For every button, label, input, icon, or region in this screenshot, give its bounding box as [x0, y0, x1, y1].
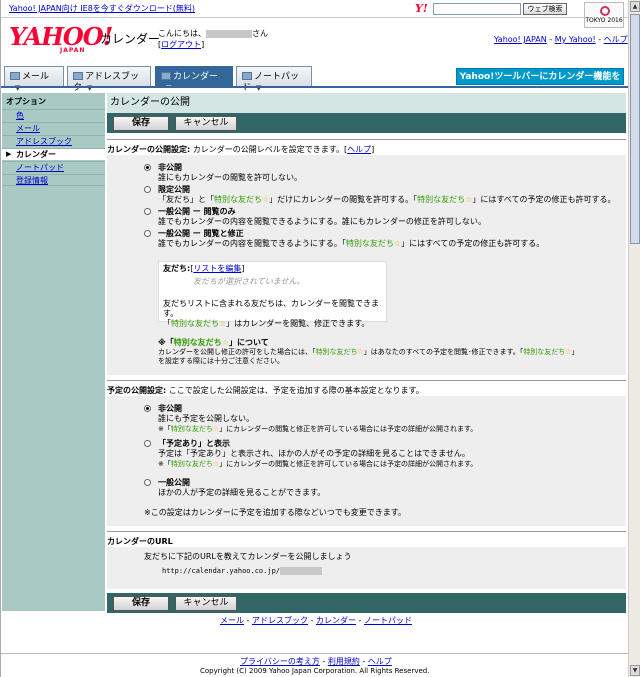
- footer-links: プライバシーの考え方 - 利用規約 - ヘルプ: [240, 657, 392, 666]
- tokyo-olympic-badge[interactable]: TOKYO 2016: [584, 2, 624, 28]
- terms-link[interactable]: 利用規約: [328, 657, 360, 666]
- top-bar: Yahoo! JAPAN向け IE8を今すぐダウンロード(無料) Y! ウェブ検…: [1, 0, 628, 18]
- publish-option-public-view[interactable]: 一般公開 ー 閲覧のみ 誰でもカレンダーの内容を閲覧できるようにする。誰にもカレン…: [144, 207, 486, 227]
- radio-schedule-public[interactable]: [144, 479, 151, 486]
- sidebar-item-mail[interactable]: メール: [2, 122, 105, 134]
- scroll-up-icon[interactable]: ▲: [630, 1, 640, 12]
- footer-calendar-link[interactable]: カレンダー: [316, 616, 356, 625]
- sidebar-item-addressbook[interactable]: アドレスブック: [2, 135, 105, 147]
- yahoo-japan-link[interactable]: Yahoo! JAPAN: [494, 35, 547, 44]
- footer-divider: [1, 653, 628, 654]
- sidebar-title: オプション: [6, 97, 46, 106]
- web-search-input[interactable]: [433, 3, 521, 15]
- radio-public-edit[interactable]: [144, 230, 151, 237]
- publish-option-limited[interactable]: 限定公開 「友だち」と「特別な友だち☆」だけにカレンダーの閲覧を許可する。「特別な…: [144, 185, 615, 205]
- options-sidebar: オプション 色 メール アドレスブック ▶ カレンダー ノートパッド 登録情報: [2, 93, 105, 611]
- friends-empty-text: 友だちが選択されていません。: [193, 277, 305, 286]
- calendar-icon: [161, 72, 171, 80]
- yahoo-logo[interactable]: YAHOO!: [9, 25, 113, 49]
- star-icon: ☆: [221, 338, 229, 347]
- schedule-setting-header: 予定の公開設定: ここで設定した公開設定は、予定を追加する際の基本設定となります…: [107, 380, 626, 396]
- bottom-action-bar: 保存 キャンセル: [107, 593, 626, 613]
- header-help-link[interactable]: ヘルプ: [604, 35, 628, 44]
- sidebar-item-color[interactable]: 色: [2, 109, 105, 121]
- masked-username: [206, 29, 252, 38]
- special-friends-note: 「特別な友だち☆」はカレンダーを閲覧、修正できます。: [163, 319, 370, 328]
- yahoo-logo-sub: JAPAN: [60, 47, 86, 54]
- help-link[interactable]: ヘルプ: [347, 145, 371, 154]
- copyright: Copyright (C) 2009 Yahoo Japan Corporati…: [200, 667, 430, 675]
- scroll-thumb[interactable]: [630, 14, 640, 244]
- footer-help-link[interactable]: ヘルプ: [368, 657, 392, 666]
- friends-note: 友だちリストに含まれる友だちは、カレンダーを閲覧できます。: [163, 299, 379, 318]
- footer-nav: メール - アドレスブック - カレンダー - ノートパッド: [220, 616, 412, 625]
- sidebar-item-profile[interactable]: 登録情報: [2, 174, 105, 186]
- special-friends-about: ※「特別な友だち☆」について カレンダーを公開し修正の許可をした場合には、「特別…: [158, 338, 579, 365]
- schedule-option-public[interactable]: 一般公開 ほかの人が予定の詳細を見ることができます。: [144, 478, 325, 498]
- header-links: Yahoo! JAPAN - My Yahoo! - ヘルプ: [494, 35, 628, 44]
- notepad-icon: [242, 72, 252, 80]
- top-action-bar: 保存 キャンセル: [107, 113, 626, 133]
- masked-url-id: [280, 567, 323, 575]
- radio-limited[interactable]: [144, 186, 151, 193]
- publish-option-public-edit[interactable]: 一般公開 ー 閲覧と修正 誰でもカレンダーの内容を閲覧できるようにする。「特別な友…: [144, 229, 544, 249]
- schedule-setting-body: 非公開 誰にも予定を公開しない。 ※「特別な友だち☆」にカレンダーの閲覧と修正を許可…: [107, 396, 626, 526]
- tab-addressbook[interactable]: アドレスブック ▼: [67, 66, 151, 93]
- product-name: カレンダー: [100, 32, 161, 46]
- olympic-ring-icon: [600, 6, 610, 16]
- schedule-option-busy[interactable]: 「予定あり」と表示 予定は「予定あり」と表示され、ほかの人がその予定の詳細を見るこ…: [144, 439, 477, 469]
- radio-schedule-busy[interactable]: [144, 440, 151, 447]
- star-icon: ☆: [565, 348, 572, 356]
- tab-mail[interactable]: メール▼: [4, 66, 64, 92]
- scroll-down-icon[interactable]: ▼: [630, 665, 640, 676]
- arrow-right-icon: ▶: [6, 150, 12, 158]
- friends-box: 友だち:[リストを編集] 友だちが選択されていません。 友だちリストに含まれる友…: [158, 261, 387, 328]
- footer-notepad-link[interactable]: ノートパッド: [364, 616, 412, 625]
- publish-setting-body: 非公開 誰にもカレンダーの閲覧を許可しない。 限定公開 「友だち」と「特別な友だち☆…: [107, 155, 626, 375]
- badge-text: TOKYO 2016: [585, 17, 623, 24]
- url-desc: 友だちに下記のURLを教えてカレンダーを公開しましょう: [144, 552, 352, 561]
- logout-line: [ログアウト]: [158, 40, 205, 49]
- publish-setting-header: カレンダーの公開設定: カレンダーの公開レベルを設定できます。[ヘルプ]: [107, 139, 626, 155]
- save-button-bottom[interactable]: 保存: [113, 596, 169, 611]
- footer-mail-link[interactable]: メール: [220, 616, 244, 625]
- sidebar-item-calendar[interactable]: ▶ カレンダー: [2, 148, 105, 160]
- logout-link[interactable]: ログアウト: [161, 40, 201, 49]
- save-button[interactable]: 保存: [113, 116, 169, 131]
- privacy-link[interactable]: プライバシーの考え方: [240, 657, 320, 666]
- calendar-url[interactable]: http://calendar.yahoo.co.jp/: [162, 567, 323, 576]
- radio-private[interactable]: [144, 164, 151, 171]
- yahoo-y-icon: Y!: [415, 2, 428, 15]
- cancel-button-bottom[interactable]: キャンセル: [175, 596, 237, 611]
- url-section-body: 友だちに下記のURLを教えてカレンダーを公開しましょう http://calen…: [107, 547, 626, 589]
- mail-icon: [10, 72, 20, 80]
- ie8-download-link[interactable]: Yahoo! JAPAN向け IE8を今すぐダウンロード(無料): [9, 4, 195, 14]
- tab-notepad[interactable]: ノートパッド ▼: [236, 66, 312, 93]
- my-yahoo-link[interactable]: My Yahoo!: [555, 35, 596, 44]
- schedule-footnote: ※この設定はカレンダーに予定を追加する際などいつでも変更できます。: [144, 508, 406, 517]
- web-search-button[interactable]: ウェブ検索: [523, 3, 567, 15]
- greeting: こんにちは、 さん: [158, 29, 268, 38]
- cancel-button[interactable]: キャンセル: [175, 116, 237, 131]
- addressbook-icon: [73, 72, 83, 80]
- radio-public-view[interactable]: [144, 208, 151, 215]
- tab-calendar[interactable]: カレンダー▼: [155, 66, 233, 92]
- toolbar-promo-button[interactable]: Yahoo!ツールバーにカレンダー機能を追加: [456, 68, 624, 99]
- url-section-header: カレンダーのURL: [107, 531, 626, 547]
- vertical-scrollbar[interactable]: ▲ ▼: [628, 0, 640, 677]
- edit-friends-link[interactable]: リストを編集: [193, 264, 241, 273]
- schedule-option-private[interactable]: 非公開 誰にも予定を公開しない。 ※「特別な友だち☆」にカレンダーの閲覧と修正を許可…: [144, 404, 477, 434]
- page-title: カレンダーの公開: [107, 93, 626, 113]
- publish-option-private[interactable]: 非公開 誰にもカレンダーの閲覧を許可しない。: [144, 163, 302, 183]
- footer-addressbook-link[interactable]: アドレスブック: [252, 616, 308, 625]
- sidebar-item-notepad[interactable]: ノートパッド: [2, 161, 105, 173]
- radio-schedule-private[interactable]: [144, 405, 151, 412]
